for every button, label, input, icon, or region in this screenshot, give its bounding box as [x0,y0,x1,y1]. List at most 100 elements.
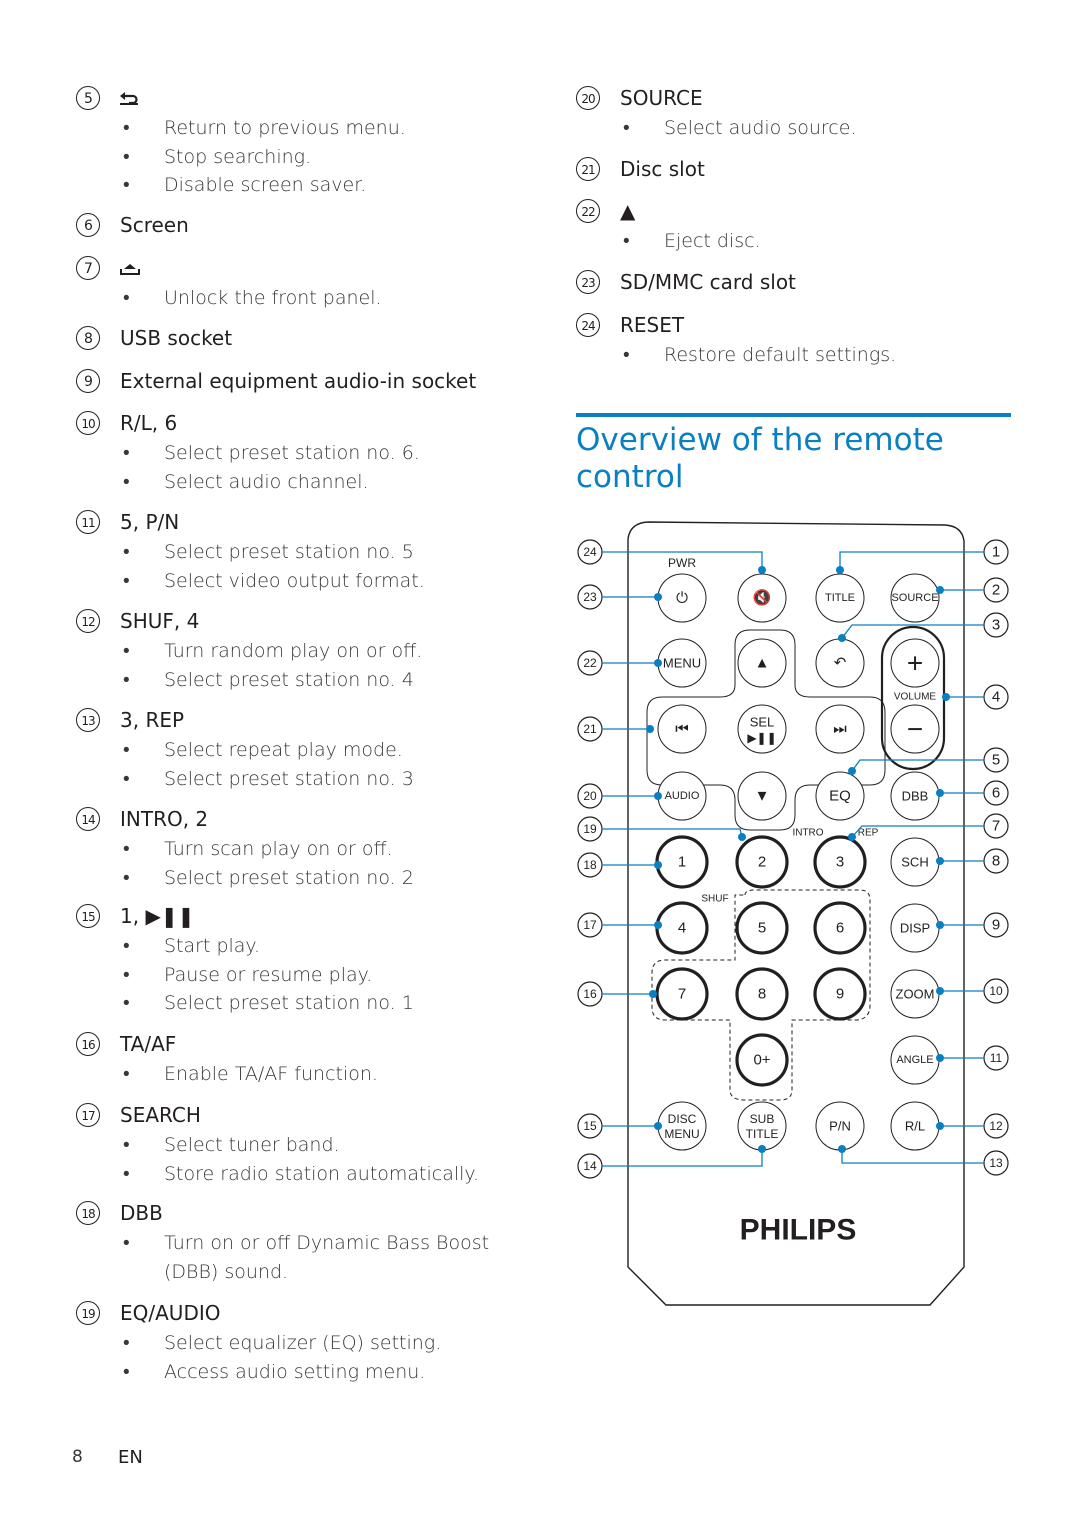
bullet-text: Unlock the front panel. [164,287,382,309]
callout-line-14-dot [758,1145,766,1153]
remote-button-prev: ⏮ [657,704,707,754]
bullet-dot: • [123,838,130,860]
button-label: R/L [905,1119,925,1134]
button-label: SOURCE [891,592,938,604]
button-label: DBB [902,789,929,804]
callout-11: 11 [983,1045,1009,1071]
button-label: ⏮ [675,721,689,738]
pwr-label: PWR [668,556,696,570]
item-title: EQ/AUDIO [120,1301,221,1325]
bullet-text: Eject disc. [664,230,761,252]
item-title: SEARCH [120,1103,201,1127]
item-number-badge: 11 [76,510,100,534]
callout-number: 13 [989,1156,1003,1170]
bullet-text: Select preset station no. 4 [164,668,414,691]
callout-number: 17 [583,918,597,932]
remote-button-disp: DISP [890,903,940,953]
play-pause-icon: ▶❚❚ [747,731,776,745]
item-number-badge: 15 [76,904,100,928]
button-outline [737,1101,787,1151]
callout-number: 21 [583,722,597,736]
remote-button-4: 4 [655,901,709,955]
item-number-badge: 18 [76,1201,100,1225]
callout-number: 4 [992,689,1000,706]
callout-23: 23 [577,584,603,610]
button-label: TITLE [825,592,855,604]
remote-button-rl: R/L [890,1101,940,1151]
callout-number: 8 [992,853,1000,870]
bullet-dot: • [123,1360,130,1383]
bullet-dot: • [123,668,130,691]
item-number-badge: 6 [76,213,100,237]
remote-button-8: 8 [735,967,789,1021]
item-title: RESET [620,313,685,337]
remote-button-angle: ANGLE [890,1035,940,1085]
bullet-text: Select preset station no. 2 [164,866,414,889]
remote-button-dbb: DBB [890,771,940,821]
callout-number: 1 [992,544,1000,561]
button-outline [657,1101,707,1151]
callout-line-6-dot [936,789,944,797]
button-label: ▲ [755,655,770,672]
button-label: 6 [836,920,844,937]
bullet-dot: • [123,1162,130,1185]
bullet-dot: • [123,117,130,139]
callout-3: 3 [983,612,1009,638]
callout-19: 19 [577,816,603,842]
bullet-text: Select preset station no. 3 [164,767,414,790]
heading-rule [576,413,1011,417]
rep-label: REP [858,828,879,839]
bullet-dot: • [123,1134,130,1156]
button-label: EQ [829,788,851,805]
item-number-badge: 7 [76,256,100,280]
item-title: 3, REP [120,708,185,732]
bullet-dot: • [123,992,130,1014]
page-number: 8 [72,1447,83,1467]
bullet-text: Select preset station no. 6. [164,442,420,464]
callout-4: 4 [983,684,1009,710]
callout-15: 15 [577,1113,603,1139]
callout-line-8-dot [936,857,944,865]
callout-16: 16 [577,981,603,1007]
callout-number: 6 [992,785,1000,802]
callout-line-2-dot [936,586,944,594]
back-icon [120,86,140,110]
item-number-badge: 8 [76,326,100,350]
callout-line-1-dot [836,566,844,574]
item-number-badge: 21 [576,157,600,181]
remote-button-next: ⏭ [815,704,865,754]
button-label: DISC [668,1112,697,1126]
remote-button-source: SOURCE [890,573,940,623]
item-title: ▲ [620,199,636,223]
remote-button-5: 5 [735,901,789,955]
bullet-dot: • [123,145,130,168]
item-number-badge: 16 [76,1032,100,1056]
button-label: TITLE [746,1127,779,1141]
remote-button-down: ▼ [737,771,787,821]
button-label: 3 [836,854,844,871]
callout-line-12-dot [936,1122,944,1130]
callout-line-5-dot [848,767,856,775]
bullet-dot: • [123,1232,130,1254]
item-title: SD/MMC card slot [620,270,796,294]
item-title: R/L, 6 [120,411,178,435]
callout-22: 22 [577,650,603,676]
button-label: 9 [836,986,844,1003]
callout-line-17-dot [654,921,662,929]
button-label: ▼ [755,788,770,805]
callout-24: 24 [577,539,603,565]
remote-button-6: 6 [813,901,867,955]
callout-number: 19 [583,822,597,836]
bullet-text: Pause or resume play. [164,963,373,986]
bullet-text: Return to previous menu. [164,117,406,139]
bullet-dot: • [123,541,130,563]
remote-button-pn: P/N [815,1101,865,1151]
item-number-badge: 10 [76,411,100,435]
remote-button-sel: SEL▶❚❚ [737,704,787,754]
callout-line-19-dot [738,833,746,841]
button-label: 2 [758,854,766,871]
callout-number: 14 [583,1159,597,1173]
bullet-text: Turn random play on or off. [164,640,423,662]
button-label: ⏻ [676,590,688,607]
button-label: ANGLE [896,1054,933,1066]
